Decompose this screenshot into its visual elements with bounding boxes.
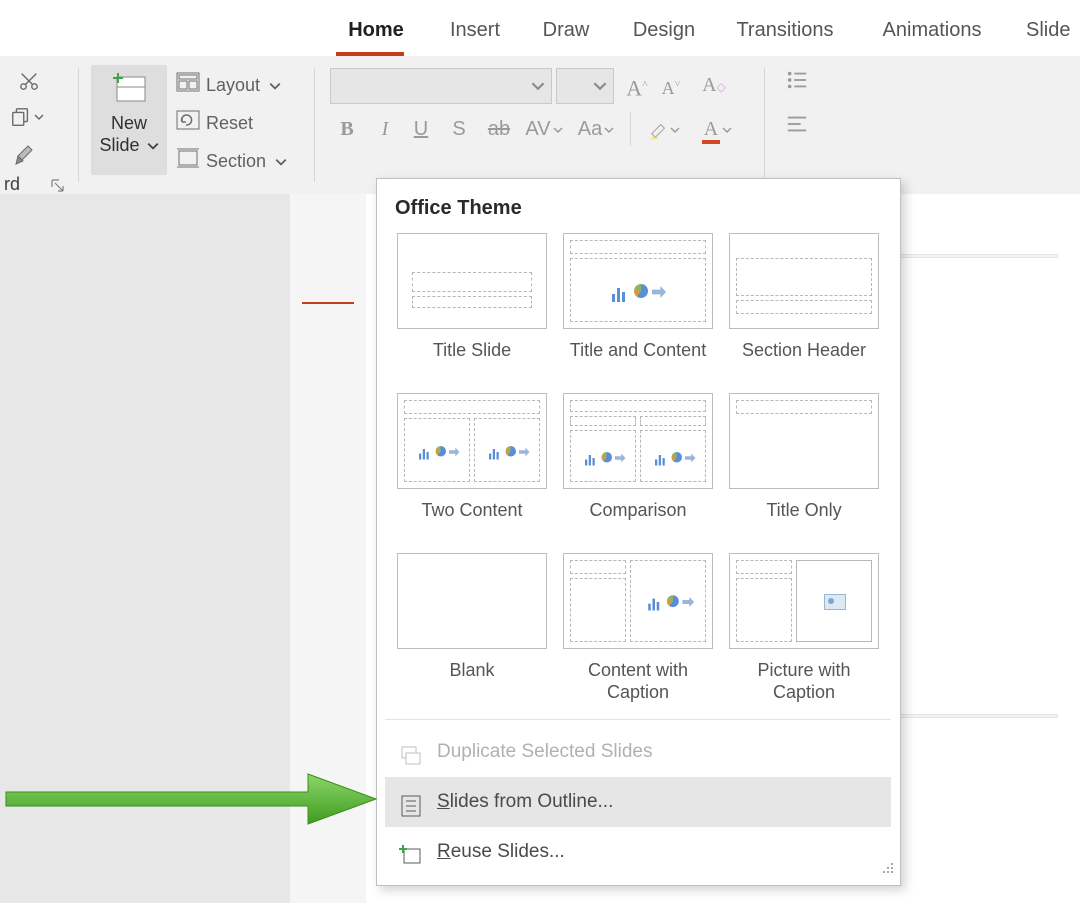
- new-slide-label-2: Slide: [91, 135, 167, 155]
- font-size-combo[interactable]: [556, 68, 614, 104]
- clipboard-group-label-partial: rd: [4, 174, 20, 195]
- ribbon-tabs: Home Insert Draw Design Transitions Anim…: [0, 0, 1080, 57]
- outline-icon: [399, 788, 423, 812]
- strikethrough-button[interactable]: ab: [482, 112, 516, 146]
- highlight-button[interactable]: [644, 112, 684, 146]
- layout-label: Two Content: [397, 499, 547, 521]
- layout-comparison[interactable]: Comparison: [563, 393, 713, 521]
- layout-title-slide[interactable]: Title Slide: [397, 233, 547, 361]
- copy-icon[interactable]: [10, 106, 32, 133]
- cut-icon[interactable]: [18, 70, 40, 97]
- duplicate-icon: [399, 738, 423, 762]
- layout-two-content[interactable]: Two Content: [397, 393, 547, 521]
- section-icon: [176, 145, 200, 179]
- slides-from-outline-item[interactable]: Slides from Outline...: [385, 777, 891, 827]
- layout-content-with-caption[interactable]: Content with Caption: [563, 553, 713, 703]
- layout-label: Comparison: [563, 499, 713, 521]
- layout-label: Picture with Caption: [729, 659, 879, 703]
- underline-button[interactable]: U: [406, 112, 436, 146]
- duplicate-selected-slides-item: Duplicate Selected Slides: [385, 727, 891, 777]
- layout-label: Layout: [206, 75, 260, 95]
- change-case-button[interactable]: Aa: [574, 112, 618, 146]
- layout-icon: [176, 69, 200, 103]
- resize-grip-icon[interactable]: [880, 860, 894, 879]
- layout-picture-with-caption[interactable]: Picture with Caption: [729, 553, 879, 703]
- menu-label: Slides from Outline...: [437, 791, 613, 812]
- section-button[interactable]: Section: [176, 144, 306, 178]
- font-color-button[interactable]: A: [694, 112, 740, 146]
- bold-button[interactable]: B: [332, 112, 362, 146]
- layout-title-and-content[interactable]: Title and Content: [563, 233, 713, 361]
- align-button[interactable]: [780, 112, 814, 146]
- reset-button[interactable]: Reset: [176, 106, 296, 140]
- layout-label: Content with Caption: [563, 659, 713, 703]
- layout-button[interactable]: Layout: [176, 68, 306, 102]
- picture-icon: [824, 594, 846, 610]
- font-name-combo[interactable]: [330, 68, 552, 104]
- layout-label: Title Only: [729, 499, 879, 521]
- shadow-button[interactable]: S: [444, 112, 474, 146]
- new-slide-label-1: New: [91, 113, 167, 133]
- reuse-icon: [399, 838, 423, 862]
- insert-cursor: [302, 302, 354, 304]
- layout-label: Title and Content: [563, 339, 713, 361]
- menu-label: Reuse Slides...: [437, 841, 565, 862]
- italic-button[interactable]: I: [370, 112, 400, 146]
- format-painter-icon[interactable]: [14, 142, 38, 171]
- shrink-font-button[interactable]: A˅: [656, 68, 686, 105]
- new-slide-dropdown: Office Theme Title Slide Title and Conte…: [376, 178, 901, 886]
- character-spacing-button[interactable]: AV: [522, 112, 566, 146]
- gallery-header: Office Theme: [395, 197, 522, 220]
- layout-label: Title Slide: [397, 339, 547, 361]
- thumbnail-pane[interactable]: [290, 194, 367, 903]
- layout-section-header[interactable]: Section Header: [729, 233, 879, 361]
- menu-label: Duplicate Selected Slides: [437, 741, 652, 762]
- menu-separator: [385, 719, 891, 720]
- bullets-button[interactable]: [780, 68, 814, 102]
- layout-label: Blank: [397, 659, 547, 681]
- layout-blank[interactable]: Blank: [397, 553, 547, 681]
- new-slide-icon: [113, 73, 145, 101]
- reset-icon: [176, 107, 200, 141]
- grow-font-button[interactable]: A˄: [622, 68, 652, 105]
- new-slide-button[interactable]: New Slide: [91, 65, 167, 175]
- layout-label: Section Header: [729, 339, 879, 361]
- section-label: Section: [206, 151, 266, 171]
- clear-formatting-button[interactable]: A◇: [696, 68, 732, 104]
- layout-title-only[interactable]: Title Only: [729, 393, 879, 521]
- reset-label: Reset: [206, 113, 253, 133]
- reuse-slides-item[interactable]: Reuse Slides...: [385, 827, 891, 877]
